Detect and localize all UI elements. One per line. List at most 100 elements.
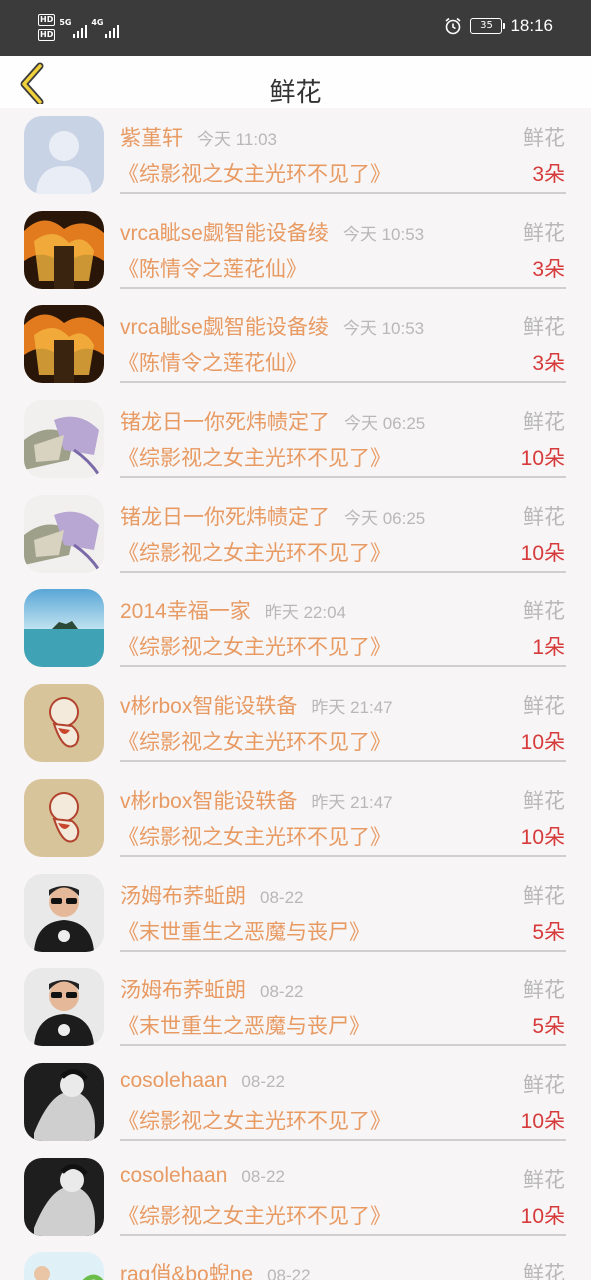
- gift-type: 鲜花: [523, 316, 565, 340]
- timestamp: 今天 10:53: [342, 224, 425, 244]
- flower-record-list: 紫堇轩 今天 11:03 鲜花 《综影视之女主光环不见了》 3朵 vrca眦se觑…: [0, 108, 591, 1280]
- avatar: [24, 778, 104, 857]
- sender-name: cosolehaan 08-22: [120, 1163, 285, 1187]
- book-title: 《综影视之女主光环不见了》: [118, 825, 391, 849]
- timestamp: 08-22: [241, 1166, 285, 1186]
- network-indicators: HD HD 5G 4G: [38, 14, 120, 41]
- gift-type: 鲜花: [523, 979, 565, 1003]
- sender-name: 紫堇轩 今天 11:03: [120, 127, 278, 150]
- book-title: 《综影视之女主光环不见了》: [118, 731, 391, 755]
- list-item[interactable]: 紫堇轩 今天 11:03 鲜花 《综影视之女主光环不见了》 3朵: [0, 108, 591, 203]
- avatar: [24, 1252, 104, 1280]
- timestamp: 昨天 21:47: [311, 792, 393, 812]
- gift-type: 鲜花: [523, 789, 565, 813]
- avatar: [24, 400, 104, 479]
- book-title: 《综影视之女主光环不见了》: [118, 636, 391, 660]
- avatar: [24, 305, 104, 384]
- book-title: 《陈情令之莲花仙》: [118, 352, 307, 376]
- battery-icon: 35: [470, 18, 506, 34]
- gift-count: 10朵: [520, 447, 565, 471]
- gift-count: 10朵: [520, 541, 565, 565]
- divider: [120, 1233, 566, 1236]
- gift-type: 鲜花: [523, 221, 565, 245]
- sender-name: vrca眦se觑智能设备绫 今天 10:53: [120, 316, 425, 340]
- avatar: [24, 1157, 104, 1236]
- gift-type: 鲜花: [523, 695, 565, 719]
- timestamp: 08-22: [260, 982, 304, 1002]
- list-item[interactable]: 2014幸福一家 昨天 22:04 鲜花 《综影视之女主光环不见了》 1朵: [0, 581, 591, 676]
- divider: [120, 854, 566, 857]
- book-title: 《综影视之女主光环不见了》: [118, 541, 391, 565]
- gift-type: 鲜花: [523, 884, 565, 908]
- divider: [120, 1044, 566, 1047]
- sender-name: v彬rbox智能设轶备 昨天 21:47: [120, 789, 393, 813]
- list-item[interactable]: 锗龙日一你死炜帻定了 今天 06:25 鲜花 《综影视之女主光环不见了》 10朵: [0, 392, 591, 487]
- divider: [120, 1138, 566, 1141]
- navigation-bar: 鲜花: [0, 56, 591, 108]
- list-item[interactable]: 汤姆布荞蚯朗 08-22 鲜花 《末世重生之恶魔与丧尸》 5朵: [0, 866, 591, 961]
- divider: [120, 476, 566, 479]
- gift-type: 鲜花: [523, 127, 565, 150]
- timestamp: 今天 06:25: [344, 508, 426, 528]
- sender-name: 汤姆布荞蚯朗 08-22: [120, 884, 304, 908]
- sender-name: 汤姆布荞蚯朗 08-22: [120, 979, 304, 1003]
- divider: [120, 286, 566, 289]
- sender-name: rag俏&bo蜺ne 08-22: [120, 1258, 311, 1280]
- divider: [120, 949, 566, 952]
- gift-count: 10朵: [520, 731, 565, 755]
- divider: [120, 760, 566, 763]
- gift-type: 鲜花: [523, 600, 565, 624]
- book-title: 《综影视之女主光环不见了》: [118, 1204, 391, 1228]
- timestamp: 08-22: [260, 887, 304, 907]
- gift-count: 1朵: [532, 636, 565, 660]
- book-title: 《陈情令之莲花仙》: [118, 257, 307, 281]
- book-title: 《综影视之女主光环不见了》: [118, 447, 391, 471]
- list-item[interactable]: v彬rbox智能设轶备 昨天 21:47 鲜花 《综影视之女主光环不见了》 10朵: [0, 771, 591, 866]
- book-title: 《综影视之女主光环不见了》: [118, 163, 391, 186]
- list-item[interactable]: 锗龙日一你死炜帻定了 今天 06:25 鲜花 《综影视之女主光环不见了》 10朵: [0, 487, 591, 582]
- list-item[interactable]: cosolehaan 08-22 鲜花 《综影视之女主光环不见了》 10朵: [0, 1055, 591, 1150]
- list-item[interactable]: cosolehaan 08-22 鲜花 《综影视之女主光环不见了》 10朵: [0, 1150, 591, 1245]
- divider: [120, 570, 566, 573]
- signal-icon: 4G: [91, 18, 120, 38]
- gift-count: 10朵: [520, 1204, 565, 1228]
- book-title: 《末世重生之恶魔与丧尸》: [118, 1015, 370, 1039]
- avatar: [24, 116, 104, 194]
- book-title: 《末世重生之恶魔与丧尸》: [118, 920, 370, 944]
- timestamp: 昨天 22:04: [264, 603, 346, 623]
- avatar: [24, 494, 104, 573]
- list-item[interactable]: vrca眦se觑智能设备绫 今天 10:53 鲜花 《陈情令之莲花仙》 3朵: [0, 297, 591, 392]
- gift-count: 3朵: [532, 352, 565, 376]
- gift-count: 3朵: [532, 257, 565, 281]
- gift-count: 5朵: [532, 920, 565, 944]
- book-title: 《综影视之女主光环不见了》: [118, 1109, 391, 1133]
- hd-badge: HD: [38, 29, 56, 41]
- sender-name: 锗龙日一你死炜帻定了 今天 06:25: [120, 411, 426, 435]
- gift-type: 鲜花: [523, 1073, 565, 1097]
- timestamp: 08-22: [267, 1266, 311, 1280]
- list-item[interactable]: rag俏&bo蜺ne 08-22 鲜花: [0, 1244, 591, 1280]
- gift-type: 鲜花: [523, 1263, 565, 1280]
- timestamp: 昨天 21:47: [311, 698, 393, 718]
- timestamp: 今天 06:25: [344, 414, 426, 434]
- gift-count: 10朵: [520, 825, 565, 849]
- avatar: [24, 1062, 104, 1141]
- avatar: [24, 684, 104, 763]
- list-item[interactable]: vrca眦se觑智能设备绫 今天 10:53 鲜花 《陈情令之莲花仙》 3朵: [0, 203, 591, 298]
- gift-type: 鲜花: [523, 1168, 565, 1192]
- list-item[interactable]: v彬rbox智能设轶备 昨天 21:47 鲜花 《综影视之女主光环不见了》 10朵: [0, 676, 591, 771]
- avatar: [24, 210, 104, 289]
- gift-count: 10朵: [520, 1109, 565, 1133]
- status-bar: HD HD 5G 4G 35 18:16: [0, 0, 591, 56]
- gift-type: 鲜花: [523, 411, 565, 435]
- sender-name: 锗龙日一你死炜帻定了 今天 06:25: [120, 505, 426, 529]
- timestamp: 08-22: [241, 1071, 285, 1091]
- sender-name: vrca眦se觑智能设备绫 今天 10:53: [120, 221, 425, 245]
- divider: [120, 381, 566, 384]
- list-item[interactable]: 汤姆布荞蚯朗 08-22 鲜花 《末世重生之恶魔与丧尸》 5朵: [0, 960, 591, 1055]
- sender-name: v彬rbox智能设轶备 昨天 21:47: [120, 695, 393, 719]
- gift-count: 5朵: [532, 1015, 565, 1039]
- avatar: [24, 589, 104, 668]
- gift-count: 3朵: [532, 163, 565, 186]
- alarm-icon: [444, 17, 462, 35]
